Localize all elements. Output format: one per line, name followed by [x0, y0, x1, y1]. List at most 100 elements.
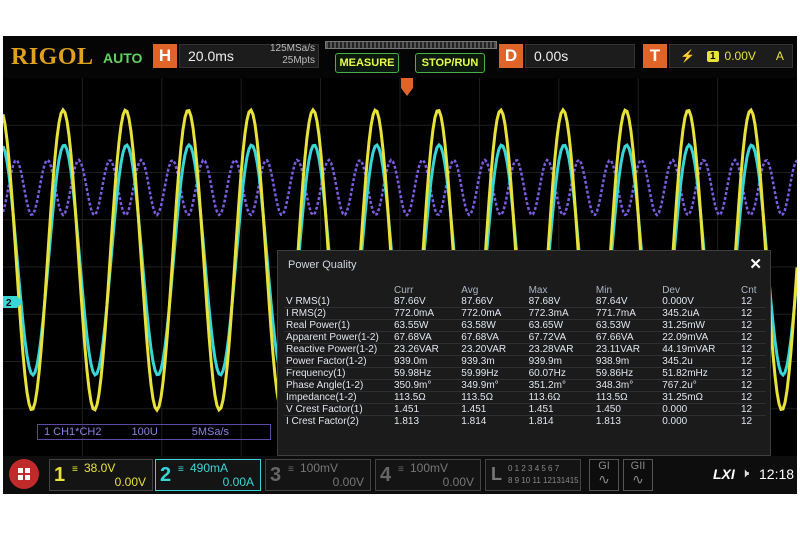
row-label: Impedance(1-2) [284, 391, 392, 404]
table-cell: 63.58W [459, 319, 527, 332]
sine-wave-icon-2: ∿ [632, 471, 644, 487]
grid-menu-icon [18, 468, 30, 480]
table-cell: 772.0mA [392, 307, 460, 320]
row-label: Power Factor(1-2) [284, 355, 392, 368]
table-cell: 23.11VAR [593, 343, 661, 356]
generator-1-box[interactable]: GI ∿ [589, 459, 619, 491]
table-cell: 348.3m° [593, 379, 661, 392]
row-label: I RMS(2) [284, 307, 392, 320]
speaker-icon[interactable]: 🕨 [741, 465, 749, 481]
logic-analyzer-box[interactable]: L 0 1 2 3 4 5 6 7 8 9 10 11 12131415 [485, 459, 581, 491]
table-cell: 113.6Ω [526, 391, 594, 404]
table-cell: 113.5Ω [392, 391, 460, 404]
table-row: Apparent Power(1-2) 67.68VA 67.68VA 67.72VA… [284, 331, 766, 344]
table-cell: 939.0m [392, 355, 460, 368]
table-row: Reactive Power(1-2) 23.26VAR 23.20VAR 23.28… [284, 343, 766, 356]
row-label: Real Power(1) [284, 319, 392, 332]
trigger-panel[interactable]: ⚡ 1 0.00V A [669, 44, 793, 68]
delay-value: 0.00s [534, 48, 569, 64]
table-cell: 12 [738, 379, 766, 392]
table-cell: 59.98Hz [392, 367, 460, 380]
header-cnt: Cnt [740, 285, 757, 296]
table-cell: 113.5Ω [459, 391, 527, 404]
ch3-offset: 0.00V [332, 475, 364, 489]
table-row: Impedance(1-2) 113.5Ω 113.5Ω 113.6Ω 113.5Ω 31… [284, 391, 766, 404]
table-cell: 1.814 [526, 415, 594, 427]
math-scale: 100U [131, 426, 158, 438]
delay-panel[interactable]: 0.00s [525, 44, 635, 68]
ch3-coupling-icon: ≡ [288, 464, 294, 475]
ch3-scale: 100mV [300, 461, 339, 475]
table-row: I Crest Factor(2) 1.813 1.814 1.814 1.813 0.0… [284, 415, 766, 427]
ch2-coupling-icon: ≡ [178, 464, 184, 475]
sine-wave-icon: ∿ [598, 471, 610, 487]
table-cell: 1.814 [459, 415, 527, 427]
trigger-mode: A [775, 49, 784, 63]
channel-3-box[interactable]: 3 ≡ 100mV 0.00V [265, 459, 371, 491]
table-header-row: Curr Avg Max Min Dev Cnt [284, 285, 766, 296]
channel-4-box[interactable]: 4 ≡ 100mV 0.00V [375, 459, 481, 491]
table-cell: 113.5Ω [593, 391, 661, 404]
header-curr: Curr [394, 285, 414, 296]
math-channel-label[interactable]: 1 CH1*CH2 100U 5MSa/s [37, 424, 271, 440]
trigger-edge-icon: ⚡ [680, 49, 695, 63]
table-cell: 1.813 [392, 415, 460, 427]
close-icon[interactable]: ✕ [749, 255, 762, 273]
table-cell: 87.66V [461, 296, 493, 307]
la-channels-row2: 8 9 10 11 12131415 [508, 476, 579, 485]
generator-2-box[interactable]: GII ∿ [623, 459, 653, 491]
table-cell: 12 [738, 367, 766, 380]
table-cell: 22.09mVA [660, 331, 739, 344]
trigger-label[interactable]: T [643, 44, 667, 68]
table-cell: 12 [740, 296, 753, 307]
row-label: V Crest Factor(1) [284, 403, 392, 416]
power-quality-table: Curr Avg Max Min Dev Cnt V RMS(1) 87.66V 8… [284, 285, 766, 427]
row-label: Reactive Power(1-2) [284, 343, 392, 356]
table-cell: 345.2u [660, 355, 739, 368]
ch4-number: 4 [380, 464, 392, 486]
la-channels-row1: 0 1 2 3 4 5 6 7 [508, 464, 560, 473]
memory-depth: 25Mpts [282, 55, 315, 66]
acquire-mode[interactable]: AUTO [103, 50, 142, 66]
channel-2-box[interactable]: 2 ≡ 490mA 0.00A [155, 459, 261, 491]
horizontal-label[interactable]: H [153, 44, 177, 68]
row-label: V RMS(1) [286, 296, 330, 307]
table-cell: 351.2m° [526, 379, 594, 392]
ch1-offset: 0.00V [114, 475, 146, 489]
table-cell: 44.19mVAR [660, 343, 739, 356]
table-cell: 772.0mA [459, 307, 527, 320]
math-rate: 5MSa/s [191, 426, 230, 438]
header-max: Max [528, 285, 548, 296]
table-row: Real Power(1) 63.55W 63.58W 63.65W 63.53W 31.… [284, 319, 766, 332]
table-cell: 12 [738, 415, 766, 427]
math-source: 1 CH1*CH2 [44, 426, 102, 438]
table-cell: 12 [738, 391, 766, 404]
table-cell: 345.2uA [660, 307, 739, 320]
waveform-progress-bar [325, 41, 497, 49]
stop-run-button[interactable]: STOP/RUN [415, 53, 485, 73]
table-cell: 67.68VA [459, 331, 527, 344]
table-cell: 12 [738, 403, 766, 416]
table-cell: 87.68V [528, 296, 561, 307]
ch2-marker-label: 2 [6, 298, 12, 309]
trigger-position-marker[interactable] [401, 78, 413, 96]
table-row: Phase Angle(1-2) 350.9m° 349.9m° 351.2m° 348… [284, 379, 766, 392]
ch2-number: 2 [160, 464, 172, 486]
row-label: Phase Angle(1-2) [284, 379, 392, 392]
acquisition-info: 125MSa/s 25Mpts [251, 43, 315, 67]
la-label: L [491, 464, 502, 484]
table-row: Frequency(1) 59.98Hz 59.99Hz 60.07Hz 59.86Hz… [284, 367, 766, 380]
ch4-scale: 100mV [410, 461, 449, 475]
table-cell: 60.07Hz [526, 367, 594, 380]
channel-1-box[interactable]: 1 ≡ 38.0V 0.00V [49, 459, 153, 491]
power-quality-window[interactable]: Power Quality ✕ Curr Avg Max Min Dev Cnt… [277, 250, 771, 456]
header-label [284, 285, 392, 296]
table-cell: 0.000 [660, 415, 739, 427]
main-menu-button[interactable] [9, 459, 39, 489]
ch3-number: 3 [270, 464, 282, 486]
measure-button[interactable]: MEASURE [335, 53, 399, 73]
table-cell: 772.3mA [526, 307, 594, 320]
table-cell: 12 [738, 331, 766, 344]
table-cell: 12 [738, 307, 766, 320]
delay-label[interactable]: D [499, 44, 523, 68]
